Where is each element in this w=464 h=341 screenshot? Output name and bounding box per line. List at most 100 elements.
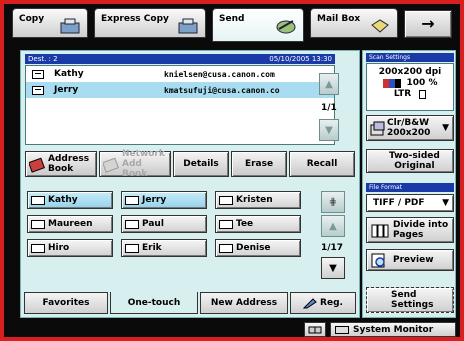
resolution-value: 200x200 dpi — [378, 67, 442, 77]
destination-row[interactable]: Kathy knielsen@cusa.canon.com — [26, 66, 334, 82]
divide-label: Divide into Pages — [393, 220, 449, 240]
onetouch-button[interactable]: Tee — [215, 215, 301, 233]
network-address-book-button[interactable]: Network Add Book — [99, 149, 171, 179]
tab-onetouch[interactable]: One-touch — [110, 292, 198, 314]
tab-favorites-label: Favorites — [42, 298, 90, 308]
register-button[interactable]: Reg. — [290, 292, 356, 314]
preview-label: Preview — [393, 255, 434, 265]
network-book-icon — [103, 157, 119, 173]
magnifier-icon — [371, 253, 385, 268]
tab-mail-box[interactable]: Mail Box — [310, 8, 398, 38]
tab-send-label: Send — [219, 14, 245, 24]
next-arrow-button[interactable]: → — [404, 10, 452, 38]
erase-button[interactable]: Erase — [231, 151, 287, 177]
tab-send[interactable]: Send — [212, 8, 304, 42]
onetouch-button[interactable]: Kristen — [215, 191, 301, 209]
destination-name: Kathy — [54, 69, 84, 79]
onetouch-button[interactable]: Erik — [121, 239, 207, 257]
email-icon — [125, 219, 139, 229]
onetouch-label: Paul — [142, 219, 164, 229]
tab-onetouch-label: One-touch — [127, 297, 181, 308]
onetouch-button[interactable]: Jerry — [121, 191, 207, 209]
onetouch-scroll-up-button[interactable]: ▲ — [321, 215, 345, 237]
onetouch-scroll-down-button[interactable]: ▼ — [321, 257, 345, 279]
email-icon — [219, 219, 233, 229]
scan-mode-icon — [370, 121, 385, 136]
email-icon — [125, 243, 139, 253]
pencil-icon — [303, 298, 317, 309]
tab-new-address[interactable]: New Address — [200, 292, 288, 314]
send-main-panel: Dest. : 2 05/10/2005 13:30 Kathy knielse… — [20, 50, 360, 318]
onetouch-label: Jerry — [142, 195, 167, 205]
onetouch-label: Tee — [236, 219, 254, 229]
monitor-icon — [335, 325, 349, 334]
color-mode-select[interactable]: Clr/B&W 200x200 ▼ — [366, 115, 454, 141]
onetouch-button[interactable]: Hiro — [27, 239, 113, 257]
address-book-button[interactable]: Address Book — [25, 151, 97, 177]
express-copier-icon — [178, 18, 198, 34]
destination-header: Dest. : 2 05/10/2005 13:30 — [25, 54, 335, 64]
send-icon — [276, 20, 296, 34]
onetouch-label: Erik — [142, 243, 162, 253]
color-mode-resolution: 200x200 — [387, 128, 431, 138]
email-icon — [219, 195, 233, 205]
tab-copy-label: Copy — [19, 14, 45, 24]
details-button[interactable]: Details — [173, 151, 229, 177]
scan-settings-box: 200x200 dpi 100 % LTR — [366, 63, 454, 111]
mailbox-icon — [371, 19, 389, 33]
two-sided-label: Two-sided Original — [389, 151, 440, 171]
pages-icon — [371, 224, 389, 238]
counter-icon — [308, 326, 322, 333]
send-settings-button[interactable]: Send Settings — [366, 287, 454, 313]
paper-size-value: LTR — [393, 89, 412, 99]
destination-list: Kathy knielsen@cusa.canon.com Jerry kmat… — [25, 65, 335, 145]
network-address-book-label: Network Add Book — [122, 149, 165, 179]
destination-page-indicator: 1/1 — [321, 103, 337, 113]
email-icon — [31, 195, 45, 205]
counter-button[interactable] — [304, 322, 326, 337]
destination-scroll-down-button[interactable]: ▼ — [319, 119, 339, 141]
email-icon — [125, 195, 139, 205]
destination-row[interactable]: Jerry kmatsufuji@cusa.canon.co — [26, 82, 334, 98]
settings-side-panel: Scan Settings 200x200 dpi 100 % LTR Clr/… — [362, 50, 456, 318]
onetouch-button[interactable]: Kathy — [27, 191, 113, 209]
onetouch-page-indicator: 1/17 — [321, 243, 344, 253]
touch-screen: Copy Express Copy Send Mail Box → Dest. … — [4, 4, 460, 337]
onetouch-label: Maureen — [48, 219, 93, 229]
email-icon — [32, 69, 44, 79]
tab-express-copy[interactable]: Express Copy — [94, 8, 206, 38]
two-sided-original-button[interactable]: Two-sided Original — [366, 149, 454, 173]
tab-mail-box-label: Mail Box — [317, 14, 361, 24]
color-mode-icon — [382, 79, 401, 88]
register-label: Reg. — [320, 298, 343, 308]
preview-button[interactable]: Preview — [366, 249, 454, 271]
zoom-value: 100 % — [406, 78, 438, 88]
tab-new-address-label: New Address — [210, 298, 278, 308]
color-mode-value: Clr/B&W — [387, 118, 430, 128]
file-format-select[interactable]: TIFF / PDF ▼ — [366, 194, 454, 212]
scan-settings-header: Scan Settings — [366, 53, 454, 62]
destination-timestamp: 05/10/2005 13:30 — [269, 55, 332, 63]
divide-into-pages-button[interactable]: Divide into Pages — [366, 217, 454, 243]
file-format-header: File Format — [366, 183, 454, 192]
onetouch-grid-icon[interactable]: ⋕ — [321, 191, 345, 213]
onetouch-button[interactable]: Denise — [215, 239, 301, 257]
chevron-down-icon: ▼ — [442, 123, 449, 133]
destination-email: knielsen@cusa.canon.com — [164, 69, 275, 79]
copier-icon — [60, 18, 80, 34]
page-orientation-icon — [419, 90, 427, 99]
tab-express-copy-label: Express Copy — [101, 14, 169, 24]
destination-scroll-up-button[interactable]: ▲ — [319, 73, 339, 95]
tab-favorites[interactable]: Favorites — [24, 292, 108, 314]
onetouch-button[interactable]: Maureen — [27, 215, 113, 233]
address-book-label: Address Book — [48, 154, 90, 174]
system-monitor-button[interactable]: System Monitor — [330, 322, 456, 337]
email-icon — [219, 243, 233, 253]
recall-button[interactable]: Recall — [289, 151, 355, 177]
destination-email: kmatsufuji@cusa.canon.co — [164, 85, 280, 95]
tab-copy[interactable]: Copy — [12, 8, 88, 38]
chevron-down-icon: ▼ — [442, 198, 449, 208]
onetouch-label: Hiro — [48, 243, 70, 253]
onetouch-label: Kristen — [236, 195, 273, 205]
onetouch-button[interactable]: Paul — [121, 215, 207, 233]
